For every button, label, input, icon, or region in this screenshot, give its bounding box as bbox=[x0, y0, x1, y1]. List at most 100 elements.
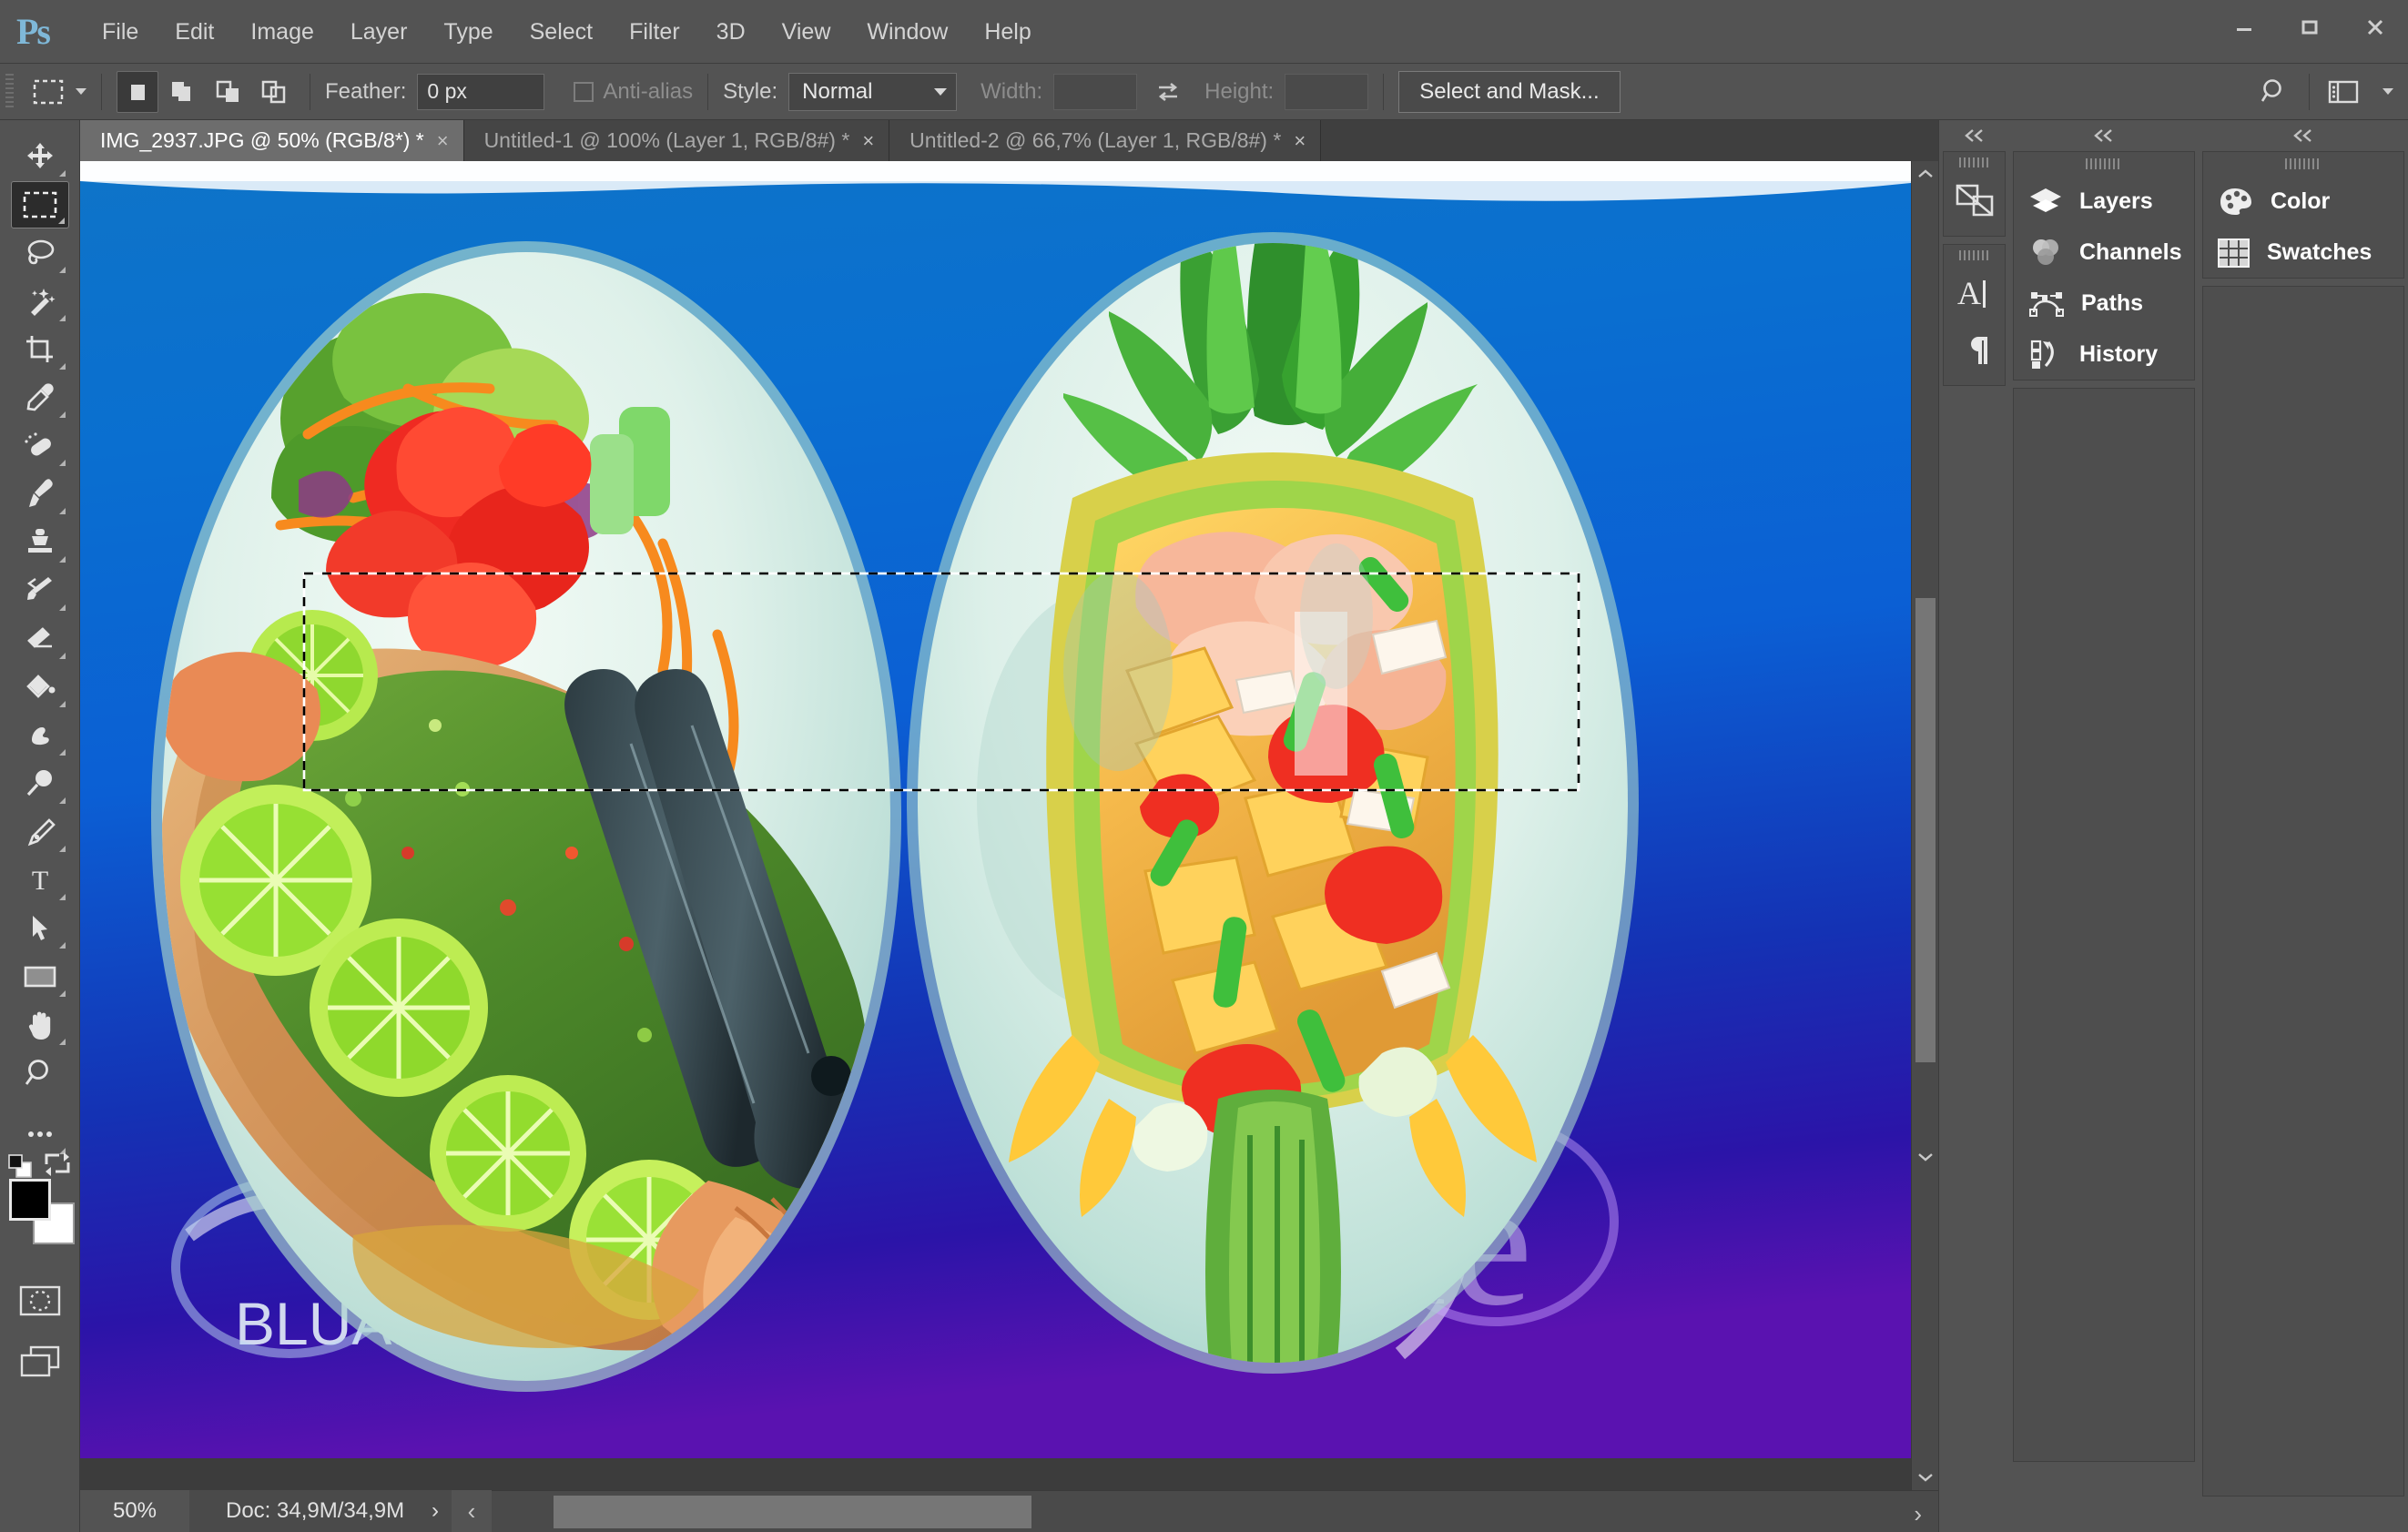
panel-tab-layers[interactable]: Layers bbox=[2014, 176, 2194, 227]
tool-flyout-indicator[interactable] bbox=[58, 170, 66, 177]
blur-tool[interactable] bbox=[11, 712, 69, 759]
panel-tab-paths[interactable]: Paths bbox=[2014, 278, 2194, 329]
panel-grip[interactable] bbox=[1944, 152, 2005, 172]
tool-flyout-indicator[interactable] bbox=[58, 460, 66, 466]
panel-tab-swatches[interactable]: Swatches bbox=[2203, 227, 2403, 278]
tool-flyout-indicator[interactable] bbox=[58, 701, 66, 707]
scroll-down-arrow[interactable] bbox=[1912, 1465, 1938, 1490]
document-tab-untitled-2[interactable]: Untitled-2 @ 66,7% (Layer 1, RGB/8#) * × bbox=[889, 120, 1322, 161]
tool-flyout-indicator[interactable] bbox=[58, 894, 66, 900]
active-tool-preset-picker[interactable] bbox=[30, 74, 86, 110]
tool-flyout-indicator[interactable] bbox=[58, 990, 66, 997]
screen-mode-button[interactable] bbox=[11, 1337, 69, 1385]
document-info[interactable]: Doc: 34,9M/34,9M › bbox=[189, 1490, 452, 1532]
minimize-button[interactable] bbox=[2211, 0, 2277, 55]
tool-flyout-indicator[interactable] bbox=[58, 846, 66, 852]
paragraph-panel-button[interactable] bbox=[1944, 321, 2005, 378]
rectangle-tool[interactable] bbox=[11, 953, 69, 1000]
lasso-tool[interactable] bbox=[11, 229, 69, 277]
document-tab-untitled-1[interactable]: Untitled-1 @ 100% (Layer 1, RGB/8#) * × bbox=[463, 120, 890, 161]
zoom-tool[interactable] bbox=[11, 1050, 69, 1097]
menu-view[interactable]: View bbox=[764, 0, 849, 64]
swap-colors-button[interactable] bbox=[42, 1150, 73, 1182]
menu-image[interactable]: Image bbox=[232, 0, 331, 64]
options-bar-grip[interactable] bbox=[5, 73, 14, 110]
path-selection-tool[interactable] bbox=[11, 905, 69, 952]
panel-grip[interactable] bbox=[2014, 152, 2194, 176]
collapse-panel-dock-left-button[interactable] bbox=[2009, 120, 2199, 151]
close-icon[interactable]: × bbox=[1294, 129, 1306, 153]
clone-stamp-tool[interactable] bbox=[11, 519, 69, 566]
tool-flyout-indicator[interactable] bbox=[58, 508, 66, 514]
tool-flyout-indicator[interactable] bbox=[58, 797, 66, 804]
tool-flyout-indicator[interactable] bbox=[58, 604, 66, 611]
menu-window[interactable]: Window bbox=[848, 0, 966, 64]
scroll-down-arrow-mid[interactable] bbox=[1912, 1144, 1938, 1170]
width-input[interactable] bbox=[1053, 73, 1138, 110]
workspace-switcher-button[interactable] bbox=[2321, 69, 2368, 115]
scroll-up-arrow[interactable] bbox=[1912, 161, 1938, 187]
panel-grip[interactable] bbox=[1944, 245, 2005, 265]
gradient-tool[interactable] bbox=[11, 664, 69, 711]
adjustments-panel-button[interactable] bbox=[1944, 172, 2005, 228]
eraser-tool[interactable] bbox=[11, 615, 69, 663]
menu-layer[interactable]: Layer bbox=[332, 0, 426, 64]
menu-help[interactable]: Help bbox=[966, 0, 1049, 64]
tool-flyout-indicator[interactable] bbox=[58, 267, 66, 273]
menu-filter[interactable]: Filter bbox=[611, 0, 698, 64]
style-select[interactable]: Normal bbox=[788, 72, 958, 111]
close-icon[interactable]: × bbox=[437, 129, 449, 153]
new-selection-button[interactable] bbox=[117, 70, 158, 113]
subtract-from-selection-button[interactable] bbox=[208, 71, 249, 113]
hand-tool[interactable] bbox=[11, 1001, 69, 1049]
menu-type[interactable]: Type bbox=[425, 0, 511, 64]
menu-edit[interactable]: Edit bbox=[157, 0, 232, 64]
feather-input[interactable]: 0 px bbox=[417, 73, 545, 110]
foreground-color-swatch[interactable] bbox=[8, 1179, 51, 1221]
scroll-right-arrow[interactable]: › bbox=[1914, 1500, 1922, 1528]
collapse-icon-dock-button[interactable] bbox=[1939, 120, 2009, 151]
intersect-with-selection-button[interactable] bbox=[253, 71, 295, 113]
eyedropper-tool[interactable] bbox=[11, 374, 69, 421]
status-expand-arrow[interactable]: › bbox=[432, 1498, 439, 1524]
character-panel-button[interactable]: A bbox=[1944, 265, 2005, 321]
chevron-down-icon[interactable] bbox=[2383, 88, 2393, 95]
document-image-img2937[interactable]: BLUALS fe bbox=[80, 161, 1911, 1458]
tool-flyout-indicator[interactable] bbox=[58, 363, 66, 370]
panel-tab-color[interactable]: Color bbox=[2203, 176, 2403, 227]
history-brush-tool[interactable] bbox=[11, 567, 69, 614]
status-prev-arrow[interactable]: ‹ bbox=[452, 1497, 492, 1526]
canvas-area[interactable]: BLUALS fe bbox=[80, 161, 1938, 1490]
move-tool[interactable] bbox=[11, 133, 69, 180]
collapse-panel-dock-right-button[interactable] bbox=[2199, 120, 2408, 151]
anti-alias-checkbox[interactable] bbox=[574, 81, 594, 102]
menu-file[interactable]: File bbox=[84, 0, 157, 64]
search-button[interactable] bbox=[2251, 69, 2298, 115]
swap-dimensions-button[interactable] bbox=[1144, 69, 1192, 115]
vertical-scrollbar[interactable] bbox=[1911, 161, 1938, 1490]
type-tool[interactable]: T bbox=[11, 857, 69, 904]
tool-flyout-indicator[interactable] bbox=[58, 942, 66, 949]
maximize-button[interactable] bbox=[2277, 0, 2342, 55]
crop-tool[interactable] bbox=[11, 326, 69, 373]
height-input[interactable] bbox=[1285, 73, 1369, 110]
close-button[interactable] bbox=[2342, 0, 2408, 55]
vertical-scrollbar-thumb[interactable] bbox=[1915, 598, 1936, 1062]
tool-flyout-indicator[interactable] bbox=[58, 411, 66, 418]
rectangular-marquee-tool[interactable] bbox=[10, 181, 69, 228]
tool-flyout-indicator[interactable] bbox=[58, 1039, 66, 1045]
close-icon[interactable]: × bbox=[862, 129, 874, 153]
default-colors-button[interactable] bbox=[7, 1153, 32, 1178]
horizontal-scrollbar-thumb[interactable] bbox=[554, 1496, 1031, 1528]
add-to-selection-button[interactable] bbox=[162, 71, 204, 113]
panel-tab-channels[interactable]: Channels bbox=[2014, 227, 2194, 278]
menu-select[interactable]: Select bbox=[512, 0, 611, 64]
pen-tool[interactable] bbox=[11, 808, 69, 856]
select-and-mask-button[interactable]: Select and Mask... bbox=[1398, 70, 1621, 113]
dodge-tool[interactable] bbox=[11, 760, 69, 807]
menu-3d[interactable]: 3D bbox=[698, 0, 764, 64]
document-tab-img2937[interactable]: IMG_2937.JPG @ 50% (RGB/8*) * × bbox=[80, 120, 464, 161]
magic-wand-tool[interactable] bbox=[11, 278, 69, 325]
zoom-level-input[interactable]: 50% bbox=[80, 1498, 189, 1524]
tool-flyout-indicator[interactable] bbox=[58, 315, 66, 321]
